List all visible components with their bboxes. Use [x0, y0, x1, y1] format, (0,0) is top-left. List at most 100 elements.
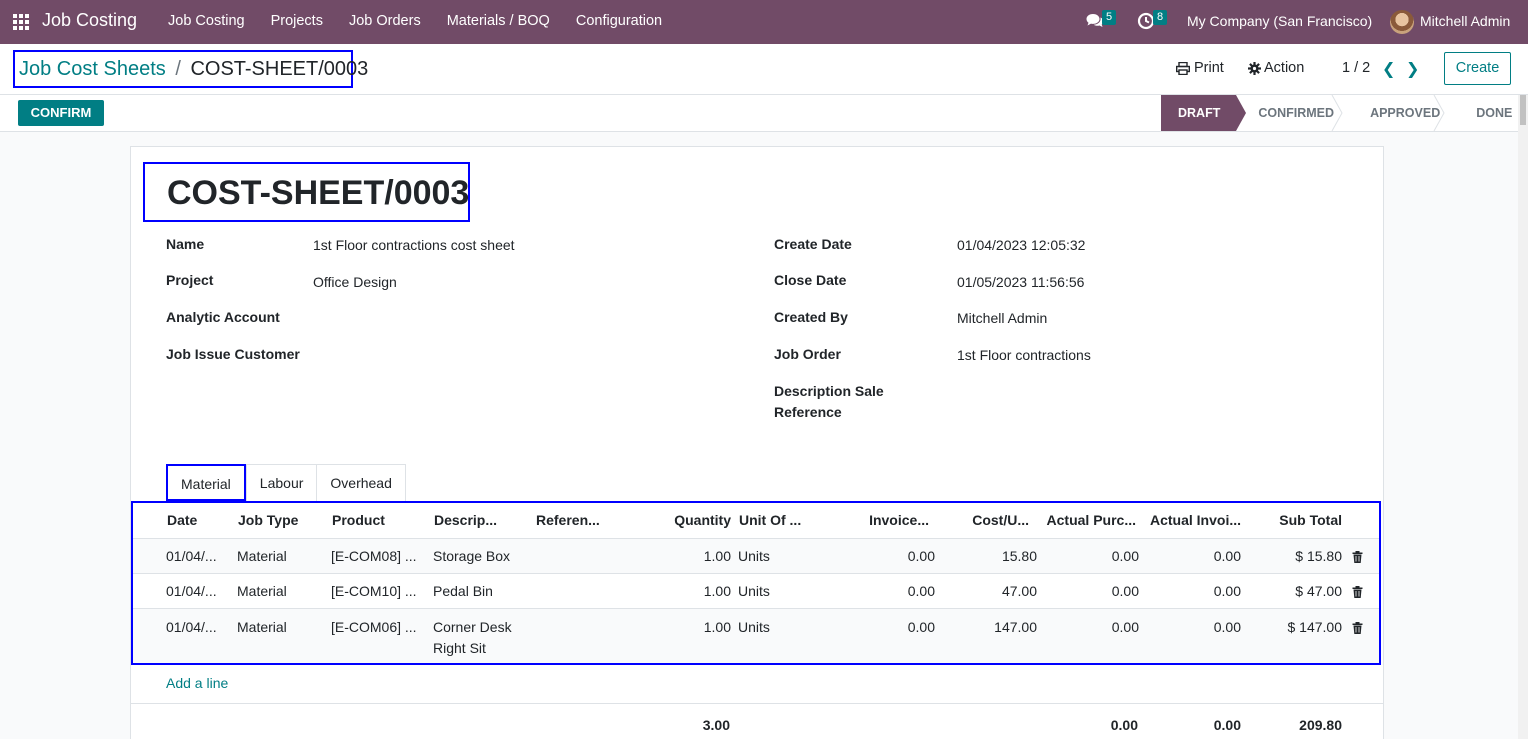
field-label-job-order: Job Order: [774, 346, 841, 362]
column-header-description[interactable]: Descrip...: [434, 512, 497, 528]
column-header-product[interactable]: Product: [332, 512, 385, 528]
cell-cost-unit[interactable]: 15.80: [933, 548, 1037, 564]
cell-subtotal[interactable]: $ 147.00: [1243, 619, 1343, 635]
activities-badge: 8: [1153, 10, 1168, 25]
chevron-right-icon[interactable]: ❯: [1406, 59, 1419, 79]
cell-description[interactable]: Storage Box: [433, 548, 510, 564]
confirm-button[interactable]: CONFIRM: [18, 100, 104, 126]
user-menu[interactable]: Mitchell Admin: [1420, 13, 1510, 29]
control-panel: Job Cost Sheets / COST-SHEET/0003 Print …: [0, 44, 1528, 95]
table-row[interactable]: 01/04/... Material [E-COM10] ... Pedal B…: [133, 574, 1379, 609]
column-header-actual-purchase[interactable]: Actual Purc...: [1033, 512, 1136, 528]
menu-item-projects[interactable]: Projects: [271, 13, 323, 29]
breadcrumb-parent[interactable]: Job Cost Sheets: [19, 58, 166, 80]
page-scrollbar[interactable]: [1518, 95, 1528, 739]
table-row[interactable]: 01/04/... Material [E-COM06] ... Corner …: [133, 609, 1379, 663]
cell-quantity[interactable]: 1.00: [653, 548, 731, 564]
breadcrumb: Job Cost Sheets / COST-SHEET/0003: [13, 50, 368, 88]
cell-cost-unit[interactable]: 47.00: [933, 583, 1037, 599]
cell-description[interactable]: Corner Desk: [433, 619, 512, 635]
tab-labour[interactable]: Labour: [245, 464, 318, 501]
app-brand[interactable]: Job Costing: [42, 10, 137, 31]
field-value-close-date[interactable]: 01/05/2023 11:56:56: [957, 274, 1084, 290]
cell-product[interactable]: [E-COM10] ...: [331, 583, 417, 599]
trash-icon[interactable]: [1352, 586, 1363, 598]
column-header-subtotal[interactable]: Sub Total: [1243, 512, 1342, 528]
cell-uom[interactable]: Units: [738, 548, 770, 564]
cell-date[interactable]: 01/04/...: [166, 583, 217, 599]
cell-date[interactable]: 01/04/...: [166, 548, 217, 564]
column-header-job-type[interactable]: Job Type: [238, 512, 298, 528]
cell-actual-purchase[interactable]: 0.00: [1033, 583, 1139, 599]
menu-item-job-costing[interactable]: Job Costing: [168, 13, 245, 29]
cell-invoice[interactable]: 0.00: [833, 548, 935, 564]
cell-subtotal[interactable]: $ 15.80: [1243, 548, 1342, 564]
menu-item-configuration[interactable]: Configuration: [576, 13, 662, 29]
cell-description[interactable]: Pedal Bin: [433, 583, 493, 599]
cell-actual-purchase[interactable]: 0.00: [1033, 619, 1139, 635]
action-button[interactable]: Action: [1248, 60, 1304, 76]
column-header-date[interactable]: Date: [167, 512, 197, 528]
column-header-quantity[interactable]: Quantity: [653, 512, 731, 528]
field-label-close-date: Close Date: [774, 272, 847, 288]
cell-invoice[interactable]: 0.00: [833, 619, 935, 635]
material-lines-table: Date Job Type Product Descrip... Referen…: [131, 501, 1381, 665]
cell-subtotal[interactable]: $ 47.00: [1243, 583, 1342, 599]
column-header-actual-invoice[interactable]: Actual Invoi...: [1138, 512, 1241, 528]
cell-quantity[interactable]: 1.00: [653, 583, 731, 599]
breadcrumb-separator: /: [175, 58, 181, 80]
cell-uom[interactable]: Units: [738, 619, 770, 635]
table-header: Date Job Type Product Descrip... Referen…: [133, 503, 1379, 539]
trash-icon[interactable]: [1352, 551, 1363, 563]
column-header-invoice[interactable]: Invoice...: [833, 512, 929, 528]
cell-job-type[interactable]: Material: [237, 619, 287, 635]
totals-divider: [131, 703, 1383, 704]
cell-quantity[interactable]: 1.00: [653, 619, 731, 635]
user-avatar[interactable]: [1390, 10, 1414, 34]
add-line-link[interactable]: Add a line: [166, 675, 228, 691]
field-value-created-by[interactable]: Mitchell Admin: [957, 310, 1047, 326]
create-button[interactable]: Create: [1444, 52, 1511, 85]
cell-job-type[interactable]: Material: [237, 583, 287, 599]
field-value-job-order[interactable]: 1st Floor contractions: [957, 347, 1091, 363]
top-navbar: Job Costing Job Costing Projects Job Ord…: [0, 0, 1528, 44]
column-header-cost-unit[interactable]: Cost/U...: [933, 512, 1029, 528]
total-actual-purchase: 0.00: [1110, 717, 1138, 733]
field-value-create-date[interactable]: 01/04/2023 12:05:32: [957, 237, 1085, 253]
cell-product[interactable]: [E-COM06] ...: [331, 619, 417, 635]
column-header-unit-of-measure[interactable]: Unit Of ...: [739, 512, 801, 528]
field-label-name: Name: [166, 236, 205, 252]
cell-actual-invoice[interactable]: 0.00: [1138, 548, 1241, 564]
record-title: COST-SHEET/0003: [143, 162, 470, 222]
cell-job-type[interactable]: Material: [237, 548, 287, 564]
field-value-project[interactable]: Office Design: [313, 274, 397, 290]
tab-overhead[interactable]: Overhead: [317, 464, 406, 501]
stage-draft[interactable]: DRAFT: [1161, 95, 1247, 131]
chevron-left-icon[interactable]: ❮: [1382, 59, 1395, 79]
tab-material[interactable]: Material: [166, 464, 246, 501]
status-bar: CONFIRM DRAFT CONFIRMED APPROVED DONE: [0, 95, 1528, 132]
field-value-name[interactable]: 1st Floor contractions cost sheet: [313, 237, 515, 253]
cell-actual-invoice[interactable]: 0.00: [1138, 583, 1241, 599]
cell-actual-invoice[interactable]: 0.00: [1138, 619, 1241, 635]
cell-cost-unit[interactable]: 147.00: [933, 619, 1037, 635]
table-row[interactable]: 01/04/... Material [E-COM08] ... Storage…: [133, 539, 1379, 574]
cell-invoice[interactable]: 0.00: [833, 583, 935, 599]
cell-uom[interactable]: Units: [738, 583, 770, 599]
trash-icon[interactable]: [1352, 622, 1363, 634]
total-actual-invoice: 0.00: [1213, 717, 1241, 733]
cell-date[interactable]: 01/04/...: [166, 619, 217, 635]
pager-value[interactable]: 1 / 2: [1342, 60, 1370, 76]
field-label-description-sale: Description Sale: [774, 383, 884, 399]
menu-item-job-orders[interactable]: Job Orders: [349, 13, 421, 29]
company-switcher[interactable]: My Company (San Francisco): [1187, 13, 1372, 29]
menu-item-materials-boq[interactable]: Materials / BOQ: [447, 13, 550, 29]
cell-actual-purchase[interactable]: 0.00: [1033, 548, 1139, 564]
cell-product[interactable]: [E-COM08] ...: [331, 548, 417, 564]
column-header-reference[interactable]: Referen...: [536, 512, 600, 528]
cell-description-line2[interactable]: Right Sit: [433, 640, 486, 656]
print-button[interactable]: Print: [1176, 60, 1224, 76]
print-label: Print: [1194, 60, 1224, 76]
apps-grid-icon[interactable]: [13, 14, 29, 30]
notebook-tabs: Material Labour Overhead: [166, 464, 406, 501]
